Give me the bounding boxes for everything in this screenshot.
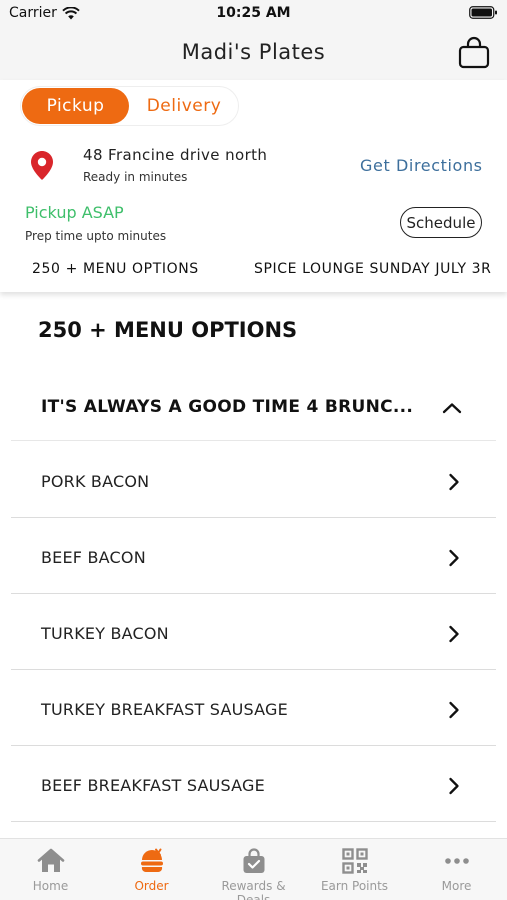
tab-more[interactable]: More: [406, 839, 507, 900]
qr-code-icon: [341, 848, 368, 874]
bottom-tab-bar: Home Order Rewards & Deals Earn Points M…: [0, 838, 507, 900]
nav-bar: Madi's Plates: [0, 26, 507, 80]
menu-item-label: TURKEY BACON: [41, 624, 169, 643]
battery-icon: [469, 6, 497, 19]
menu-item-label: PORK BACON: [41, 472, 150, 491]
shopping-bag-icon[interactable]: [457, 35, 491, 69]
delivery-button[interactable]: Delivery: [132, 88, 236, 124]
schedule-button[interactable]: Schedule: [400, 207, 482, 238]
order-icon: [140, 848, 163, 873]
chevron-right-icon: [449, 701, 459, 719]
more-dots-icon: [444, 858, 469, 864]
ready-status: Ready in minutes: [83, 170, 188, 184]
status-bar: Carrier 10:25 AM: [0, 0, 507, 26]
page-title: Madi's Plates: [181, 40, 326, 64]
chevron-right-icon: [449, 549, 459, 567]
store-address: 48 Francine drive north: [83, 146, 268, 164]
menu-item-label: TURKEY BREAKFAST SAUSAGE: [41, 700, 288, 719]
menu-item-list: PORK BACON BEEF BACON TURKEY BACON TURKE…: [11, 442, 496, 822]
menu-group-title: IT'S ALWAYS A GOOD TIME 4 BRUNC...: [41, 397, 414, 417]
tab-label: Home: [32, 879, 69, 893]
location-pin-icon: [31, 151, 53, 180]
chevron-right-icon: [449, 473, 459, 491]
status-time: 10:25 AM: [216, 5, 291, 21]
menu-item-label: BEEF BREAKFAST SAUSAGE: [41, 776, 265, 795]
menu-item-row[interactable]: BEEF BACON: [11, 518, 496, 594]
tab-earn-points[interactable]: Earn Points: [304, 839, 405, 900]
tab-order[interactable]: Order: [101, 839, 202, 900]
chevron-right-icon: [449, 777, 459, 795]
section-title: 250 + MENU OPTIONS: [38, 318, 298, 342]
menu-item-row[interactable]: TURKEY BREAKFAST SAUSAGE: [11, 670, 496, 746]
category-tabs: 250 + MENU OPTIONS SPICE LOUNGE SUNDAY J…: [0, 258, 507, 284]
get-directions-link[interactable]: Get Directions: [360, 156, 483, 175]
home-icon: [37, 848, 64, 872]
pickup-button[interactable]: Pickup: [22, 88, 129, 124]
chevron-right-icon: [449, 625, 459, 643]
category-tab[interactable]: 250 + MENU OPTIONS: [32, 261, 199, 277]
pickup-asap-label: Pickup ASAP: [25, 203, 124, 222]
menu-item-row[interactable]: PORK BACON: [11, 442, 496, 518]
tab-label: More: [441, 879, 472, 893]
prep-time-text: Prep time upto minutes: [25, 229, 167, 243]
rewards-bag-icon: [243, 848, 264, 873]
menu-item-label: BEEF BACON: [41, 548, 146, 567]
tab-label: Rewards & Deals: [221, 879, 286, 900]
tab-home[interactable]: Home: [0, 839, 101, 900]
menu-group-header[interactable]: IT'S ALWAYS A GOOD TIME 4 BRUNC...: [11, 380, 496, 441]
menu-item-row[interactable]: TURKEY BACON: [11, 594, 496, 670]
category-tab[interactable]: SPICE LOUNGE SUNDAY JULY 3R: [254, 261, 492, 277]
menu-item-row[interactable]: BEEF BREAKFAST SAUSAGE: [11, 746, 496, 822]
tab-label: Order: [134, 879, 169, 893]
tab-label: Earn Points: [320, 879, 389, 893]
tab-rewards-deals[interactable]: Rewards & Deals: [203, 839, 304, 900]
chevron-up-icon: [442, 403, 462, 414]
